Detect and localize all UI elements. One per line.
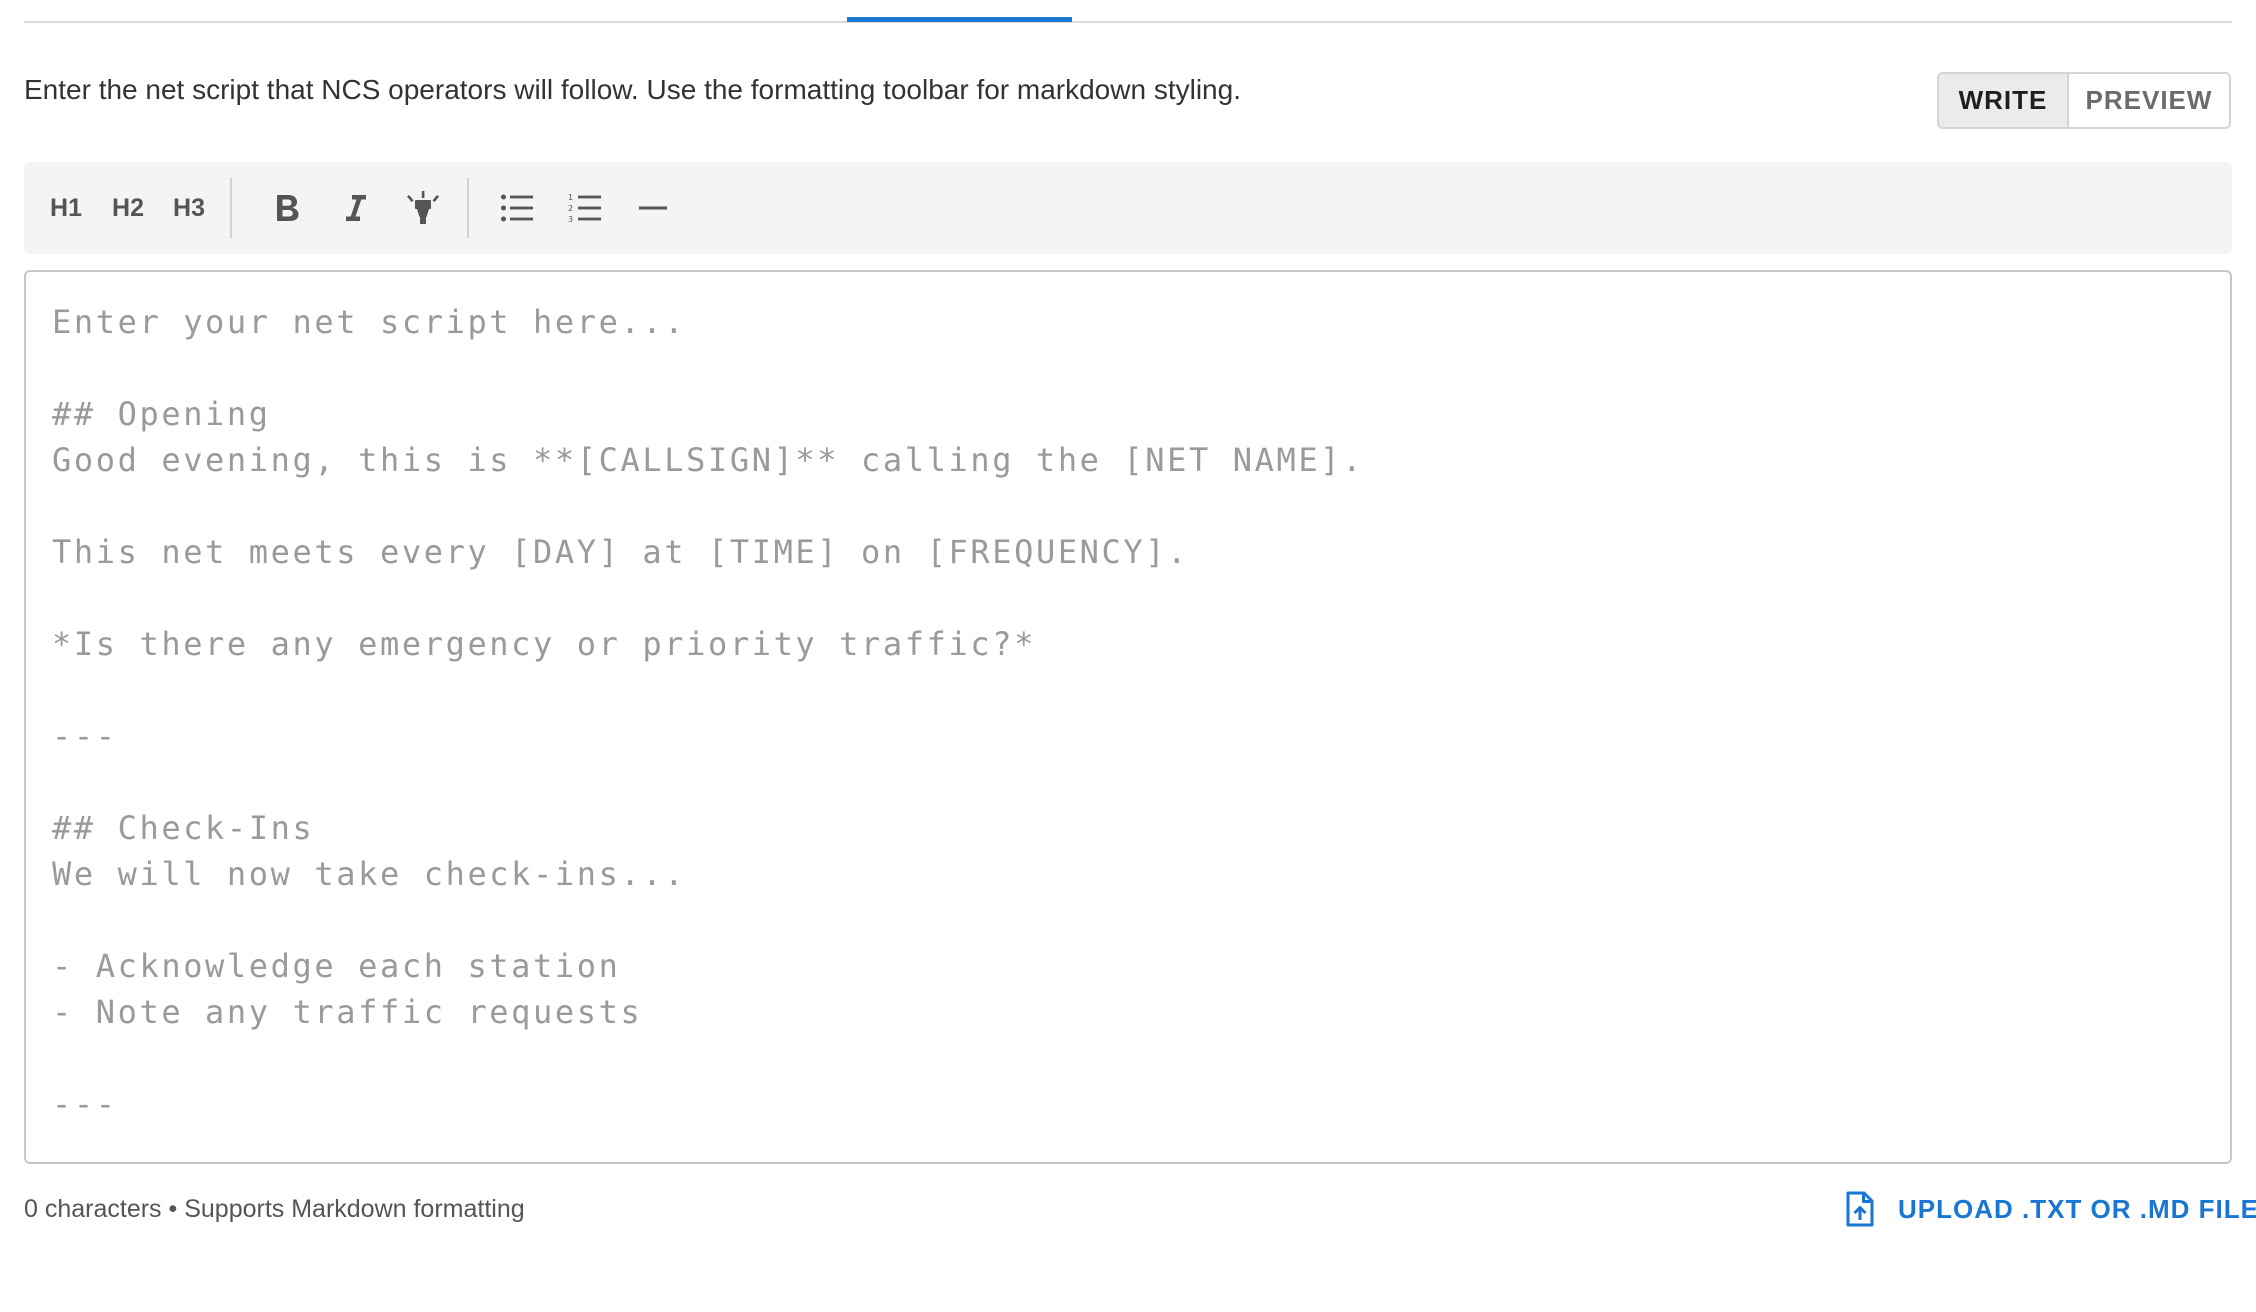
numbered-list-icon: 1 2 3 <box>568 192 602 224</box>
bold-button[interactable] <box>262 184 312 232</box>
upload-file-label: UPLOAD .TXT OR .MD FILE <box>1898 1193 2256 1224</box>
character-count-info: 0 characters • Supports Markdown formatt… <box>24 1195 525 1223</box>
toolbar-divider <box>467 178 469 238</box>
horizontal-rule-button[interactable] <box>628 184 678 232</box>
svg-text:2: 2 <box>568 204 573 213</box>
upload-file-button[interactable]: UPLOAD .TXT OR .MD FILE <box>1840 1186 2256 1232</box>
numbered-list-button[interactable]: 1 2 3 <box>558 184 612 232</box>
bullet-list-icon <box>500 193 534 223</box>
italic-icon <box>341 192 369 224</box>
bullet-list-button[interactable] <box>490 184 544 232</box>
write-mode-button[interactable]: WRITE <box>1939 74 2069 127</box>
preview-mode-button[interactable]: PREVIEW <box>2069 74 2229 127</box>
script-textarea[interactable] <box>26 272 2230 1162</box>
file-upload-icon <box>1840 1189 1880 1229</box>
highlight-button[interactable] <box>398 184 448 232</box>
italic-button[interactable] <box>330 184 380 232</box>
heading1-button[interactable]: H1 <box>38 184 94 232</box>
svg-text:3: 3 <box>568 215 573 224</box>
formatting-toolbar: H1 H2 H3 1 2 3 <box>24 162 2232 254</box>
active-tab-indicator <box>847 17 1072 22</box>
instructions-text: Enter the net script that NCS operators … <box>24 74 1241 105</box>
svg-text:1: 1 <box>568 193 573 202</box>
heading2-button[interactable]: H2 <box>100 184 156 232</box>
heading3-button[interactable]: H3 <box>161 184 217 232</box>
toolbar-divider <box>230 178 232 238</box>
bold-icon <box>273 192 301 224</box>
highlight-icon <box>406 190 440 226</box>
horizontal-rule-icon <box>638 204 668 212</box>
script-editor <box>24 270 2232 1164</box>
write-preview-toggle: WRITE PREVIEW <box>1937 72 2231 129</box>
tabs-divider <box>24 21 2232 23</box>
